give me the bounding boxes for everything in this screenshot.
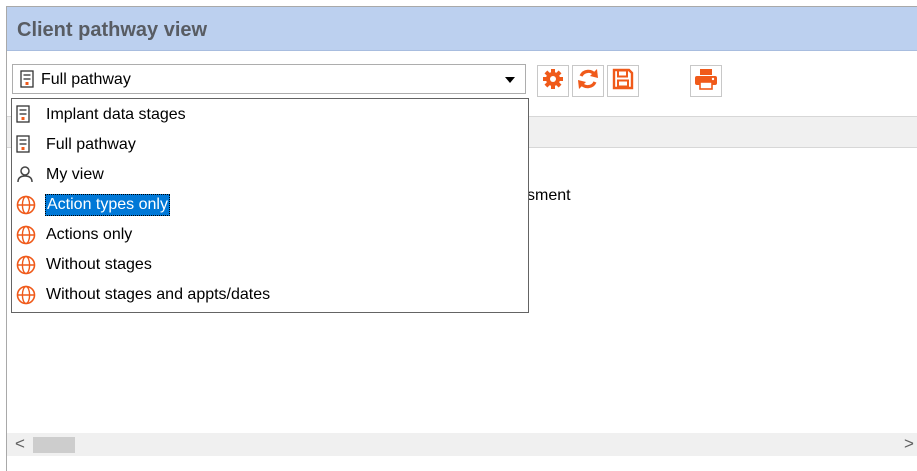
- printer-icon: [694, 68, 718, 95]
- save-button[interactable]: [607, 65, 639, 97]
- dropdown-item-implant-data-stages[interactable]: Implant data stages: [12, 100, 528, 130]
- view-selector-combobox[interactable]: Full pathway: [12, 64, 526, 94]
- document-icon: [16, 105, 30, 128]
- settings-button[interactable]: [537, 65, 569, 97]
- globe-icon: [16, 225, 36, 250]
- chevron-down-icon[interactable]: [505, 77, 515, 83]
- title-bar: Client pathway view: [7, 7, 917, 51]
- scrollbar-thumb[interactable]: [33, 437, 75, 453]
- dropdown-item-label: Implant data stages: [46, 106, 186, 123]
- person-icon: [16, 165, 34, 188]
- globe-icon: [16, 255, 36, 280]
- scroll-right-arrow[interactable]: >: [904, 434, 914, 454]
- dropdown-item-action-types-only[interactable]: Action types only: [12, 190, 528, 220]
- toolbar: Full pathway: [7, 51, 917, 97]
- gear-icon: [542, 68, 564, 95]
- window-title: Client pathway view: [17, 19, 208, 41]
- dropdown-item-without-stages[interactable]: Without stages: [12, 250, 528, 280]
- print-button[interactable]: [690, 65, 722, 97]
- dropdown-item-without-stages-and-appts[interactable]: Without stages and appts/dates: [12, 280, 528, 310]
- refresh-button[interactable]: [572, 65, 604, 97]
- dropdown-item-my-view[interactable]: My view: [12, 160, 528, 190]
- document-icon: [20, 70, 34, 93]
- dropdown-item-label: Actions only: [46, 226, 133, 243]
- dropdown-item-label: My view: [46, 166, 104, 183]
- globe-icon: [16, 195, 36, 220]
- dropdown-item-label: Full pathway: [46, 136, 136, 153]
- dropdown-item-label: Action types only: [45, 194, 170, 216]
- save-icon: [612, 68, 634, 95]
- dropdown-item-label: Without stages and appts/dates: [46, 286, 271, 303]
- refresh-icon: [576, 67, 600, 96]
- dropdown-item-full-pathway[interactable]: Full pathway: [12, 130, 528, 160]
- view-selector-dropdown: Implant data stages Full pathway My view: [11, 98, 529, 313]
- horizontal-scrollbar[interactable]: < >: [7, 433, 917, 456]
- view-selector-value: Full pathway: [41, 71, 131, 88]
- scroll-left-arrow[interactable]: <: [15, 434, 25, 454]
- dropdown-item-actions-only[interactable]: Actions only: [12, 220, 528, 250]
- content-text: sment: [527, 187, 571, 204]
- globe-icon: [16, 285, 36, 310]
- document-icon: [16, 135, 30, 158]
- dropdown-item-label: Without stages: [46, 256, 152, 273]
